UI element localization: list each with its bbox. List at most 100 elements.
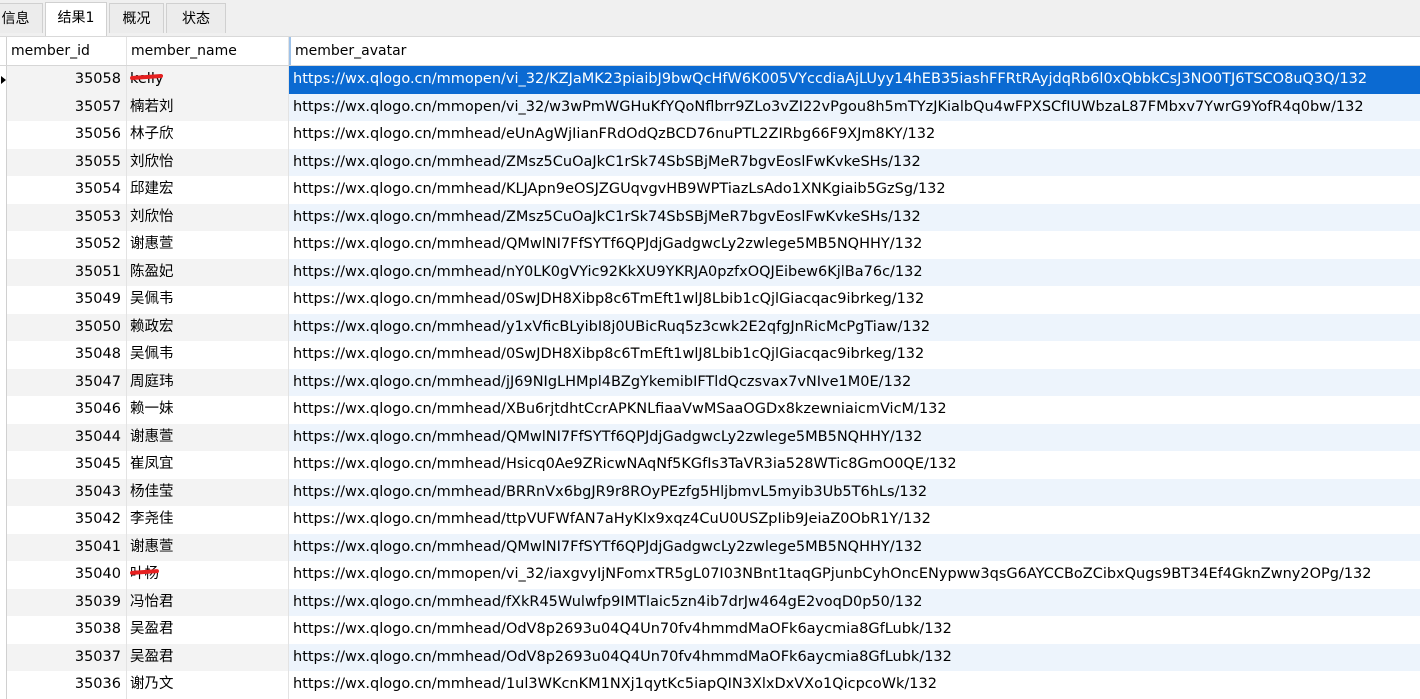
table-row[interactable]: 35039 冯怡君 https://wx.qlogo.cn/mmhead/fXkR4… [0, 588, 1420, 616]
tab-result1[interactable]: 结果1 [45, 2, 107, 36]
cell-member-avatar[interactable]: https://wx.qlogo.cn/mmopen/vi_32/w3wPmWG… [289, 93, 1420, 121]
cell-member-id[interactable]: 35053 [7, 203, 127, 231]
table-row[interactable]: 35051 陈盈妃 https://wx.qlogo.cn/mmhead/nY0LK… [0, 258, 1420, 286]
cell-member-avatar[interactable]: https://wx.qlogo.cn/mmhead/XBu6rjtdhtCcr… [289, 396, 1420, 424]
row-indicator[interactable] [0, 423, 7, 451]
row-indicator[interactable] [0, 561, 7, 589]
cell-member-name[interactable]: 谢惠萱 [127, 423, 289, 451]
cell-member-id[interactable]: 35042 [7, 506, 127, 534]
column-header-member-avatar[interactable]: member_avatar [289, 37, 1420, 65]
cell-member-name[interactable]: 吴盈君 [127, 643, 289, 671]
cell-member-id[interactable]: 35052 [7, 231, 127, 259]
cell-member-id[interactable]: 35055 [7, 148, 127, 176]
table-row[interactable]: 35041 谢惠萱 https://wx.qlogo.cn/mmhead/QMwlN… [0, 533, 1420, 561]
tab-status[interactable]: 状态 [166, 3, 226, 33]
cell-member-id[interactable]: 35049 [7, 286, 127, 314]
cell-member-id[interactable]: 35044 [7, 423, 127, 451]
row-indicator[interactable] [0, 203, 7, 231]
row-indicator[interactable] [0, 588, 7, 616]
cell-member-avatar[interactable]: https://wx.qlogo.cn/mmhead/QMwlNI7FfSYTf… [289, 423, 1420, 451]
table-row[interactable]: 35053 刘欣怡 https://wx.qlogo.cn/mmhead/ZMsz5… [0, 203, 1420, 231]
row-indicator[interactable] [0, 533, 7, 561]
cell-member-avatar[interactable]: https://wx.qlogo.cn/mmhead/Hsicq0Ae9ZRic… [289, 451, 1420, 479]
cell-member-name[interactable]: 谢乃文 [127, 671, 289, 699]
row-indicator[interactable] [0, 66, 7, 94]
cell-member-name[interactable]: 谢惠萱 [127, 533, 289, 561]
row-indicator[interactable] [0, 148, 7, 176]
cell-member-avatar[interactable]: https://wx.qlogo.cn/mmhead/ZMsz5CuOaJkC1… [289, 203, 1420, 231]
cell-member-name[interactable]: 吴盈君 [127, 616, 289, 644]
table-row[interactable]: 35050 赖政宏 https://wx.qlogo.cn/mmhead/y1xVf… [0, 313, 1420, 341]
table-row[interactable]: 35044 谢惠萱 https://wx.qlogo.cn/mmhead/QMwlN… [0, 423, 1420, 451]
cell-member-avatar[interactable]: https://wx.qlogo.cn/mmhead/BRRnVx6bgJR9r… [289, 478, 1420, 506]
row-indicator[interactable] [0, 176, 7, 204]
cell-member-avatar[interactable]: https://wx.qlogo.cn/mmhead/jJ69NIgLHMpl4… [289, 368, 1420, 396]
row-indicator[interactable] [0, 121, 7, 149]
table-row[interactable]: 35045 崔凤宜 https://wx.qlogo.cn/mmhead/Hsicq… [0, 451, 1420, 479]
row-indicator[interactable] [0, 368, 7, 396]
cell-member-name[interactable]: kelly [127, 66, 289, 94]
row-indicator[interactable] [0, 671, 7, 699]
cell-member-avatar[interactable]: https://wx.qlogo.cn/mmhead/ttpVUFWfAN7aH… [289, 506, 1420, 534]
cell-member-avatar[interactable]: https://wx.qlogo.cn/mmhead/ZMsz5CuOaJkC1… [289, 148, 1420, 176]
cell-member-name[interactable]: 赖政宏 [127, 313, 289, 341]
row-indicator[interactable] [0, 643, 7, 671]
table-row[interactable]: 35055 刘欣怡 https://wx.qlogo.cn/mmhead/ZMsz5… [0, 148, 1420, 176]
table-row[interactable]: 35056 林子欣 https://wx.qlogo.cn/mmhead/eUnAg… [0, 121, 1420, 149]
row-indicator[interactable] [0, 341, 7, 369]
cell-member-name[interactable]: 楠若刘 [127, 93, 289, 121]
cell-member-name[interactable]: 崔凤宜 [127, 451, 289, 479]
cell-member-id[interactable]: 35057 [7, 93, 127, 121]
cell-member-name[interactable]: 吴佩韦 [127, 286, 289, 314]
table-row[interactable]: 35054 邱建宏 https://wx.qlogo.cn/mmhead/KLJAp… [0, 176, 1420, 204]
cell-member-name[interactable]: 谢惠萱 [127, 231, 289, 259]
table-row[interactable]: 35043 杨佳莹 https://wx.qlogo.cn/mmhead/BRRnV… [0, 478, 1420, 506]
cell-member-name[interactable]: 赖一妹 [127, 396, 289, 424]
cell-member-id[interactable]: 35038 [7, 616, 127, 644]
row-indicator[interactable] [0, 451, 7, 479]
cell-member-id[interactable]: 35050 [7, 313, 127, 341]
table-row[interactable]: 35036 谢乃文 https://wx.qlogo.cn/mmhead/1ul3W… [0, 671, 1420, 699]
column-header-member-id[interactable]: member_id [7, 37, 127, 65]
table-row[interactable]: 35052 谢惠萱 https://wx.qlogo.cn/mmhead/QMwlN… [0, 231, 1420, 259]
cell-member-avatar[interactable]: https://wx.qlogo.cn/mmhead/OdV8p2693u04Q… [289, 616, 1420, 644]
cell-member-avatar[interactable]: https://wx.qlogo.cn/mmhead/0SwJDH8Xibp8c… [289, 341, 1420, 369]
cell-member-id[interactable]: 35051 [7, 258, 127, 286]
cell-member-avatar[interactable]: https://wx.qlogo.cn/mmhead/1ul3WKcnKM1NX… [289, 671, 1420, 699]
table-row[interactable]: 35042 李尧佳 https://wx.qlogo.cn/mmhead/ttpVU… [0, 506, 1420, 534]
cell-member-name[interactable]: 杨佳莹 [127, 478, 289, 506]
cell-member-id[interactable]: 35046 [7, 396, 127, 424]
cell-member-avatar[interactable]: https://wx.qlogo.cn/mmopen/vi_32/iaxgvyI… [289, 561, 1420, 589]
table-row[interactable]: 35058 kelly https://wx.qlogo.cn/mmopen/vi_… [0, 66, 1420, 94]
cell-member-avatar[interactable]: https://wx.qlogo.cn/mmhead/QMwlNI7FfSYTf… [289, 533, 1420, 561]
cell-member-avatar[interactable]: https://wx.qlogo.cn/mmhead/0SwJDH8Xibp8c… [289, 286, 1420, 314]
row-indicator[interactable] [0, 616, 7, 644]
cell-member-id[interactable]: 35045 [7, 451, 127, 479]
row-indicator[interactable] [0, 506, 7, 534]
cell-member-name[interactable]: 李尧佳 [127, 506, 289, 534]
row-indicator[interactable] [0, 231, 7, 259]
cell-member-id[interactable]: 35036 [7, 671, 127, 699]
row-indicator[interactable] [0, 396, 7, 424]
column-header-member-name[interactable]: member_name [127, 37, 289, 65]
table-row[interactable]: 35040 叶杨 https://wx.qlogo.cn/mmopen/vi_32/… [0, 561, 1420, 589]
cell-member-name[interactable]: 吴佩韦 [127, 341, 289, 369]
cell-member-avatar[interactable]: https://wx.qlogo.cn/mmhead/y1xVficBLyibI… [289, 313, 1420, 341]
cell-member-id[interactable]: 35054 [7, 176, 127, 204]
table-row[interactable]: 35057 楠若刘 https://wx.qlogo.cn/mmopen/vi_32… [0, 93, 1420, 121]
cell-member-name[interactable]: 刘欣怡 [127, 148, 289, 176]
table-row[interactable]: 35048 吴佩韦 https://wx.qlogo.cn/mmhead/0SwJD… [0, 341, 1420, 369]
cell-member-id[interactable]: 35056 [7, 121, 127, 149]
table-row[interactable]: 35037 吴盈君 https://wx.qlogo.cn/mmhead/OdV8p… [0, 643, 1420, 671]
table-row[interactable]: 35047 周庭玮 https://wx.qlogo.cn/mmhead/jJ69N… [0, 368, 1420, 396]
row-indicator[interactable] [0, 286, 7, 314]
cell-member-avatar[interactable]: https://wx.qlogo.cn/mmhead/nY0LK0gVYic92… [289, 258, 1420, 286]
cell-member-name[interactable]: 陈盈妃 [127, 258, 289, 286]
table-row[interactable]: 35049 吴佩韦 https://wx.qlogo.cn/mmhead/0SwJD… [0, 286, 1420, 314]
table-row[interactable]: 35046 赖一妹 https://wx.qlogo.cn/mmhead/XBu6r… [0, 396, 1420, 424]
cell-member-id[interactable]: 35043 [7, 478, 127, 506]
cell-member-name[interactable]: 叶杨 [127, 561, 289, 589]
row-indicator[interactable] [0, 258, 7, 286]
cell-member-avatar[interactable]: https://wx.qlogo.cn/mmhead/KLJApn9eOSJZG… [289, 176, 1420, 204]
row-indicator[interactable] [0, 313, 7, 341]
